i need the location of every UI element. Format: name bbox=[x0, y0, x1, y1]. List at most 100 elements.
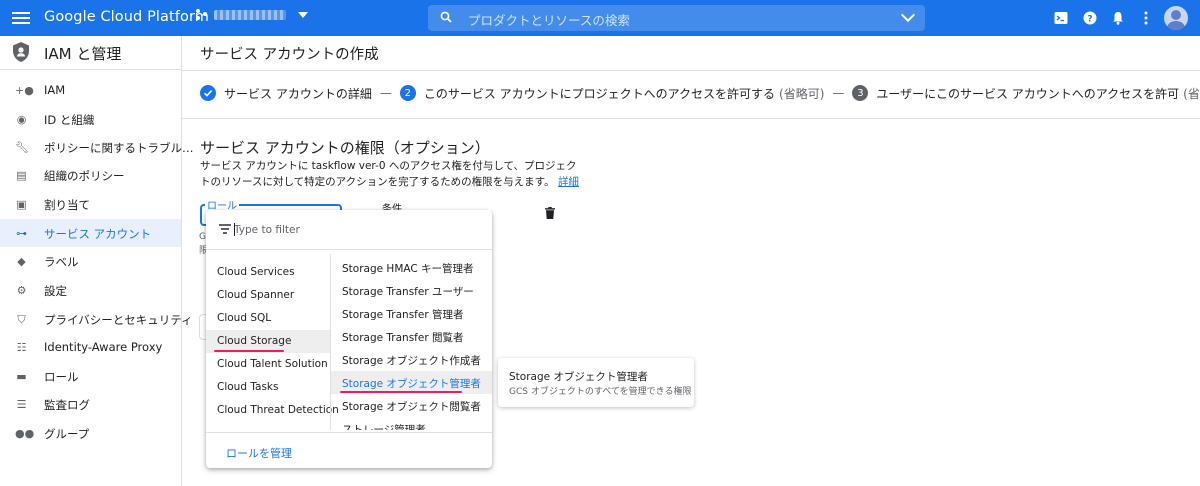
option-label: Storage Transfer ユーザー bbox=[342, 286, 474, 298]
list-item[interactable]: Storage オブジェクト閲覧者 bbox=[331, 394, 492, 417]
delete-icon[interactable] bbox=[545, 207, 555, 219]
list-item[interactable]: Storage Transfer ユーザー bbox=[331, 279, 492, 302]
option-label: Cloud Storage bbox=[217, 335, 292, 347]
text-cursor bbox=[234, 223, 235, 236]
header-divider bbox=[182, 70, 1200, 71]
svg-text:?: ? bbox=[1087, 15, 1092, 25]
settings-icon: ⚙ bbox=[16, 284, 27, 297]
filter-list-icon bbox=[219, 224, 231, 234]
project-name-redacted bbox=[214, 10, 286, 20]
proxy-icon: ☷ bbox=[16, 341, 27, 354]
step-2-label[interactable]: このサービス アカウントにプロジェクトへのアクセスを許可する bbox=[424, 85, 775, 102]
search-bar[interactable]: プロダクトとリソースの検索 bbox=[428, 5, 925, 31]
step-separator: — bbox=[832, 86, 845, 100]
sidebar-item-quotas[interactable]: ▣ 割り当て bbox=[0, 190, 181, 218]
terminal-icon[interactable] bbox=[1053, 10, 1069, 26]
option-label: Cloud Tasks bbox=[217, 381, 279, 393]
role-description: GCS オブジェクトのすべてを管理できる権限 bbox=[509, 387, 692, 397]
sidebar-item-policy-troubleshooter[interactable]: 🔧︎ ポリシーに関するトラブル… bbox=[0, 133, 194, 161]
project-selector[interactable] bbox=[196, 9, 308, 21]
group-icon: ●● bbox=[15, 427, 35, 440]
sidebar-item-roles[interactable]: ▬ ロール bbox=[0, 362, 181, 390]
learn-more-link[interactable]: 詳細 bbox=[558, 176, 579, 188]
list-item[interactable]: Storage オブジェクト作成者 bbox=[331, 348, 492, 371]
chevron-down-icon[interactable] bbox=[900, 7, 916, 23]
step-1-label[interactable]: サービス アカウントの詳細 bbox=[224, 85, 372, 102]
sidebar-item-label: 組織のポリシー bbox=[44, 169, 125, 183]
wrench-icon: 🔧︎ bbox=[15, 141, 29, 154]
sidebar-item-identity-aware-proxy[interactable]: ☷ Identity-Aware Proxy bbox=[0, 333, 181, 361]
filter-row bbox=[206, 210, 492, 250]
label-icon: ◆ bbox=[17, 255, 26, 268]
list-item[interactable]: Storage HMAC キー管理者 bbox=[331, 256, 492, 279]
step-3-label[interactable]: ユーザーにこのサービス アカウントへのアクセスを許可 bbox=[876, 85, 1179, 102]
step-3-number: 3 bbox=[852, 85, 869, 101]
caret-down-icon bbox=[298, 12, 308, 18]
list-item[interactable]: Storage Transfer 管理者 bbox=[331, 302, 492, 325]
role-dropdown-panel: Cloud Services Cloud Spanner Cloud SQL C… bbox=[206, 210, 492, 468]
sidebar-item-iam[interactable]: +● IAM bbox=[0, 76, 181, 104]
sidebar-item-label: プライバシーとセキュリティ bbox=[44, 313, 193, 327]
option-label: Storage HMAC キー管理者 bbox=[342, 263, 474, 275]
step-2-optional: (省略可) bbox=[779, 86, 825, 101]
help-icon[interactable]: ? bbox=[1082, 10, 1098, 26]
top-app-bar: Google Cloud Platform プロダクトとリソースの検索 ? bbox=[0, 0, 1200, 36]
sidebar-item-label: 監査ログ bbox=[44, 398, 90, 412]
sidebar-item-audit-logs[interactable]: ☰ 監査ログ bbox=[0, 390, 181, 418]
option-label: ストレージ管理者 bbox=[342, 424, 426, 430]
sidebar-item-label: サービス アカウント bbox=[44, 227, 152, 241]
stepper-divider bbox=[182, 118, 1200, 119]
account-avatar[interactable] bbox=[1164, 6, 1188, 30]
sidebar-item-org-policies[interactable]: ▤ 組織のポリシー bbox=[0, 161, 181, 189]
section-title: サービス アカウントの権限（オプション） bbox=[200, 139, 490, 157]
role-title: Storage オブジェクト管理者 bbox=[509, 371, 648, 383]
option-label: Storage オブジェクト作成者 bbox=[342, 355, 481, 367]
step-separator: — bbox=[379, 86, 392, 100]
sidebar-item-groups[interactable]: ●● グループ bbox=[0, 419, 181, 447]
list-item[interactable]: Cloud Threat Detection bbox=[206, 399, 339, 422]
panel-footer: ロールを管理 bbox=[206, 432, 492, 468]
service-account-icon: ⊶ bbox=[16, 227, 27, 240]
section-description-text: サービス アカウントに taskflow ver-0 へのアクセス権を付与して、… bbox=[200, 160, 577, 188]
highlight-underline bbox=[340, 391, 462, 393]
option-label: Cloud SQL bbox=[217, 312, 272, 324]
menu-icon[interactable] bbox=[12, 9, 30, 27]
sidebar-header: IAM と管理 bbox=[0, 36, 181, 70]
sidebar-item-label: ポリシーに関するトラブル… bbox=[44, 141, 194, 155]
sidebar-item-label: 設定 bbox=[44, 284, 67, 298]
sidebar-item-label: グループ bbox=[44, 427, 90, 441]
list-item[interactable]: Storage Transfer 閲覧者 bbox=[331, 325, 492, 348]
more-vert-icon[interactable] bbox=[1138, 10, 1154, 26]
sidebar-item-privacy-security[interactable]: ⛉ プライバシーとセキュリティ bbox=[0, 305, 192, 333]
list-item[interactable]: Cloud Tasks bbox=[206, 376, 330, 399]
check-circle-icon bbox=[200, 85, 216, 101]
list-icon: ☰ bbox=[16, 398, 27, 411]
manage-roles-link[interactable]: ロールを管理 bbox=[226, 445, 292, 461]
filter-input[interactable] bbox=[234, 221, 474, 239]
option-label: Cloud Spanner bbox=[217, 289, 295, 301]
sidebar-item-service-accounts[interactable]: ⊶ サービス アカウント bbox=[0, 219, 181, 247]
role-list: Storage HMAC キー管理者 Storage Transfer ユーザー… bbox=[331, 256, 492, 430]
list-item[interactable]: Cloud Spanner bbox=[206, 284, 330, 307]
sidebar-item-label: IAM bbox=[44, 83, 66, 97]
step-2-number: 2 bbox=[399, 85, 416, 101]
person-add-icon: +● bbox=[15, 84, 34, 97]
stepper: サービス アカウントの詳細 — 2 このサービス アカウントにプロジェクトへのア… bbox=[200, 84, 1200, 102]
option-label: Cloud Services bbox=[217, 266, 295, 278]
brand-title[interactable]: Google Cloud Platform bbox=[44, 9, 209, 25]
option-label: Storage オブジェクト管理者 bbox=[342, 378, 481, 390]
sidebar-item-labels[interactable]: ◆ ラベル bbox=[0, 247, 181, 275]
option-label: Storage Transfer 閲覧者 bbox=[342, 332, 464, 344]
sidebar-item-settings[interactable]: ⚙ 設定 bbox=[0, 276, 181, 304]
document-icon: ▤ bbox=[16, 169, 27, 182]
sidebar-item-identity-org[interactable]: ◉ ID と組織 bbox=[0, 105, 181, 133]
hat-icon: ▬ bbox=[16, 370, 27, 383]
list-item[interactable]: Cloud Services bbox=[206, 261, 330, 284]
account-circle-icon: ◉ bbox=[16, 113, 27, 126]
list-item[interactable]: Cloud SQL bbox=[206, 307, 330, 330]
notifications-icon[interactable] bbox=[1110, 10, 1126, 26]
list-item[interactable]: Cloud Talent Solution bbox=[206, 353, 330, 376]
list-item[interactable]: ストレージ管理者 bbox=[331, 417, 492, 430]
sidebar-item-label: ID と組織 bbox=[44, 113, 95, 127]
iam-shield-icon bbox=[13, 42, 29, 62]
